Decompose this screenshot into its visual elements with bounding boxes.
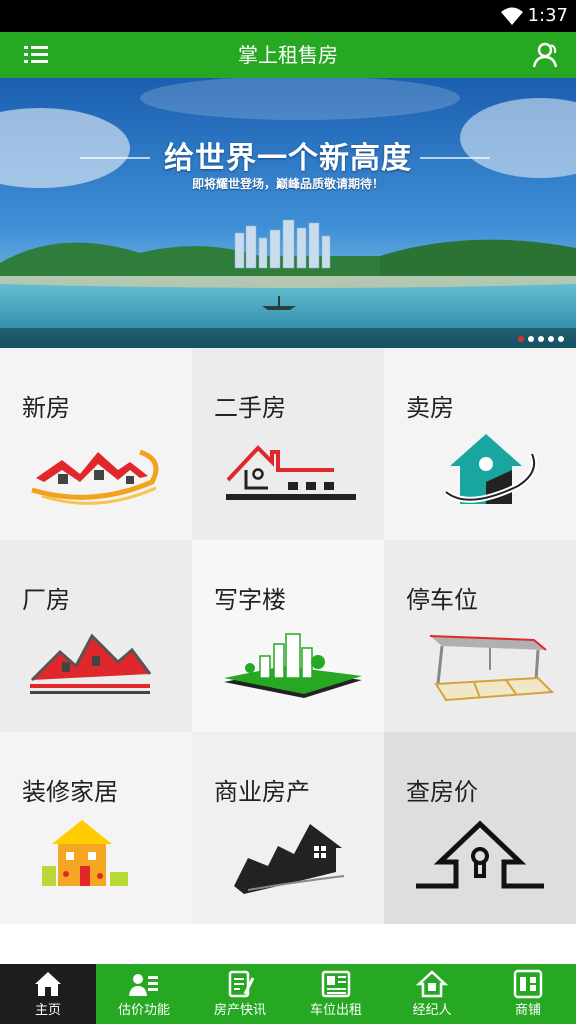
decoration-home-icon <box>42 820 128 886</box>
banner-scene-image <box>0 78 576 348</box>
banner-dot[interactable] <box>528 336 534 342</box>
content-spacer <box>0 924 576 964</box>
category-label: 厂房 <box>22 586 70 614</box>
factory-icon <box>30 633 152 694</box>
second-hand-house-icon <box>226 445 356 500</box>
category-tile-second-hand-house[interactable]: 二手房 <box>192 348 384 540</box>
banner-subline: 即将耀世登场，巅峰品质敬请期待！ <box>191 177 384 191</box>
bottom-tab-bar: 主页 估价功能 房产快讯 车位出租 经纪人 商铺 <box>0 964 576 1024</box>
app-bar: 掌上租售房 <box>0 32 576 78</box>
category-label: 查房价 <box>406 778 478 806</box>
status-bar: 1:37 <box>0 0 576 32</box>
agent-icon <box>415 970 449 998</box>
tab-shop[interactable]: 商铺 <box>480 964 576 1024</box>
category-tile-parking-space[interactable]: 停车位 <box>384 540 576 732</box>
valuation-icon <box>129 974 158 996</box>
category-label: 商业房产 <box>214 778 310 806</box>
category-label: 装修家居 <box>22 778 118 806</box>
category-grid: 新房 二手房 卖房 厂房 写字楼 停车位 装修家居 商业房产 查房价 <box>0 348 576 924</box>
category-tile-new-house[interactable]: 新房 <box>0 348 192 540</box>
user-icon[interactable] <box>530 39 562 71</box>
banner-dot[interactable] <box>548 336 554 342</box>
category-label: 写字楼 <box>214 586 286 614</box>
app-title: 掌上租售房 <box>238 43 338 67</box>
tab-label: 房产快讯 <box>213 1003 266 1018</box>
home-icon <box>35 972 61 996</box>
category-tile-office-building[interactable]: 写字楼 <box>192 540 384 732</box>
tab-valuation[interactable]: 估价功能 <box>96 964 192 1024</box>
promo-banner[interactable]: 给世界一个新高度 即将耀世登场，巅峰品质敬请期待！ <box>0 78 576 348</box>
tab-label: 经纪人 <box>412 1003 452 1018</box>
banner-headline: 给世界一个新高度 <box>164 141 412 176</box>
category-tile-decoration-home[interactable]: 装修家居 <box>0 732 192 924</box>
category-tile-house-price[interactable]: 查房价 <box>384 732 576 924</box>
status-time: 1:37 <box>527 5 568 26</box>
office-building-icon <box>224 633 362 698</box>
parking-rent-icon <box>321 970 351 998</box>
category-label: 卖房 <box>406 394 454 422</box>
commercial-property-icon <box>234 824 345 894</box>
sell-house-icon <box>444 434 538 504</box>
tab-label: 估价功能 <box>117 1003 170 1018</box>
tab-parking-rent[interactable]: 车位出租 <box>288 964 384 1024</box>
category-label: 新房 <box>22 394 70 422</box>
category-label: 停车位 <box>406 586 478 614</box>
banner-dot[interactable] <box>558 336 564 342</box>
category-label: 二手房 <box>214 394 286 422</box>
parking-space-icon <box>429 635 554 702</box>
banner-caption-bar <box>0 328 576 348</box>
tab-agent[interactable]: 经纪人 <box>384 964 480 1024</box>
tab-label: 商铺 <box>514 1003 541 1018</box>
tab-label: 主页 <box>34 1003 61 1018</box>
banner-pagination[interactable] <box>518 336 564 342</box>
category-tile-sell-house[interactable]: 卖房 <box>384 348 576 540</box>
shop-icon <box>513 969 543 999</box>
tab-label: 车位出租 <box>309 1003 362 1018</box>
wifi-icon <box>501 7 523 25</box>
category-tile-factory[interactable]: 厂房 <box>0 540 192 732</box>
banner-dot[interactable] <box>538 336 544 342</box>
news-icon <box>228 970 255 998</box>
category-tile-commercial-property[interactable]: 商业房产 <box>192 732 384 924</box>
tab-news[interactable]: 房产快讯 <box>192 964 288 1024</box>
new-house-icon <box>31 449 159 505</box>
banner-dot[interactable] <box>518 336 524 342</box>
house-price-icon <box>416 820 544 889</box>
tab-home[interactable]: 主页 <box>0 964 96 1024</box>
